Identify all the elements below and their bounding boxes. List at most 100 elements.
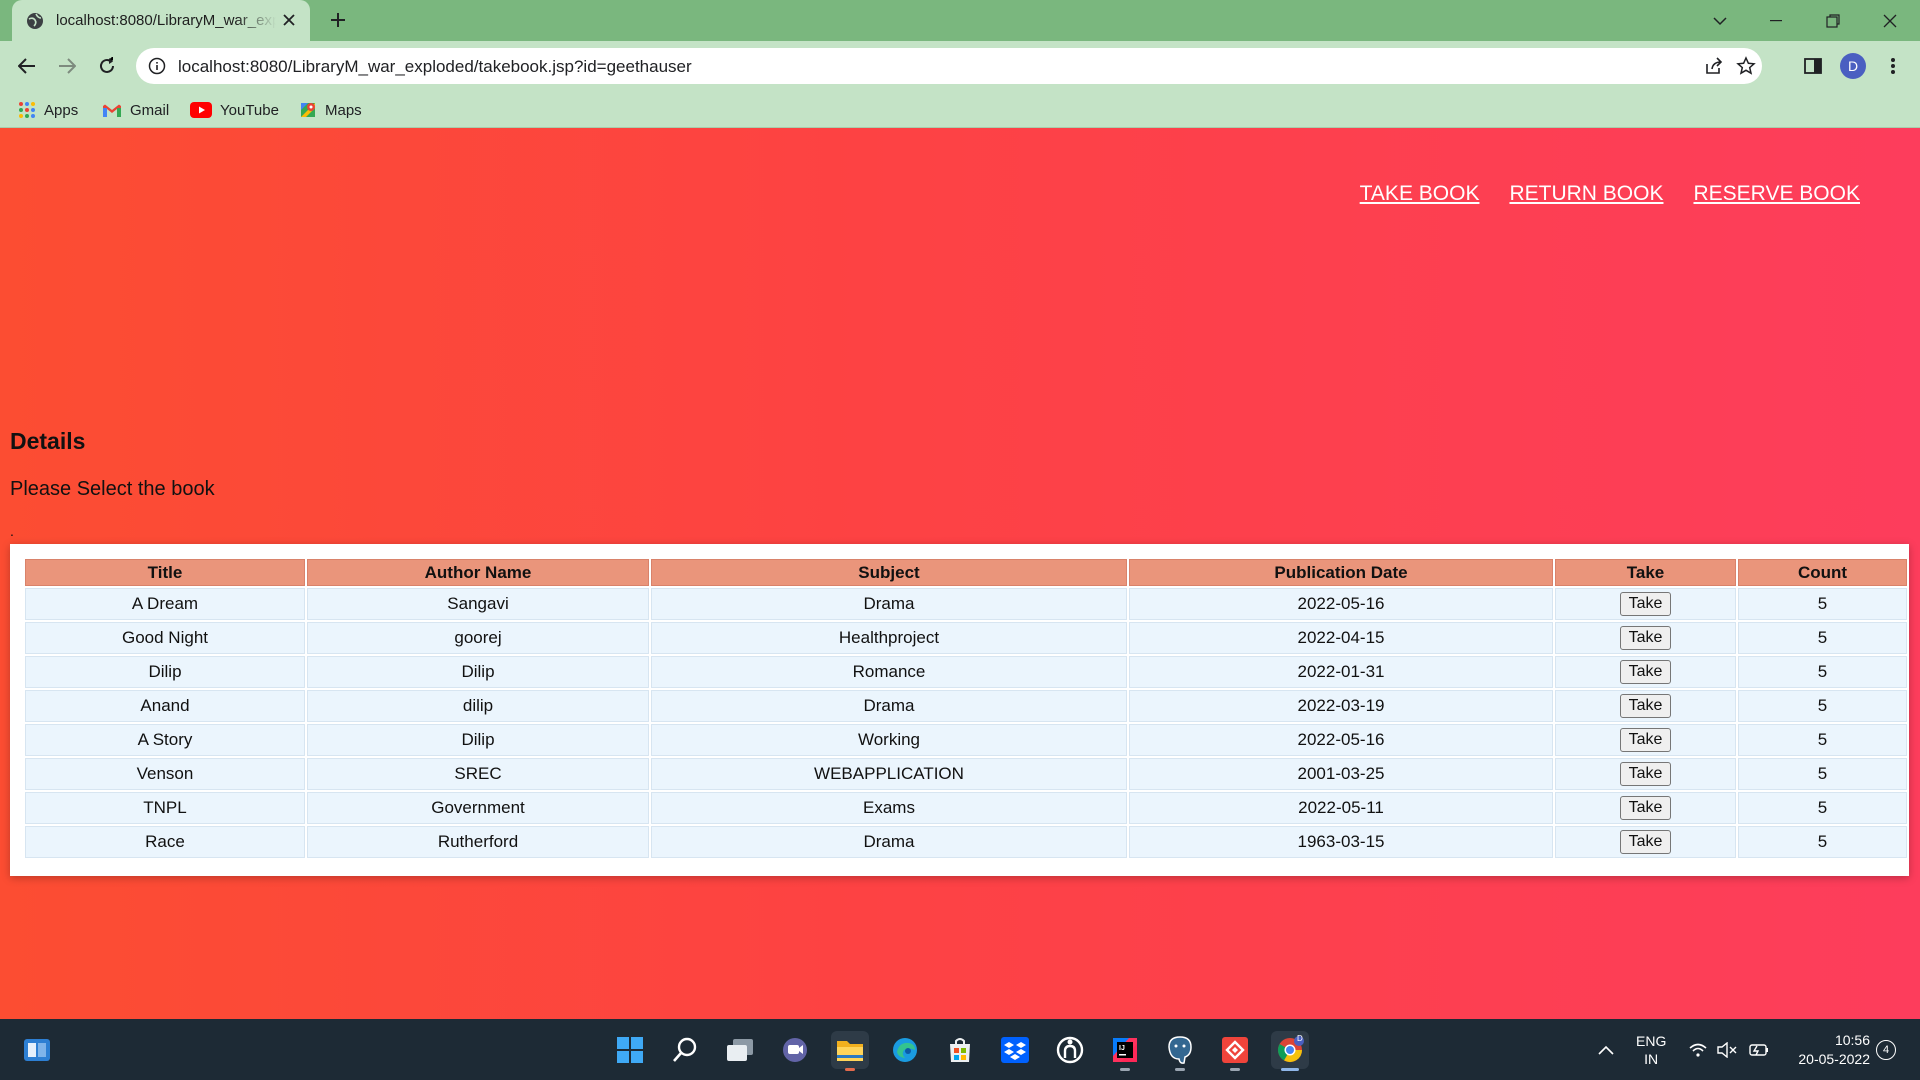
back-arrow-icon[interactable] (12, 51, 42, 81)
widgets-icon[interactable] (18, 1031, 56, 1069)
notification-center[interactable]: 4 (1876, 1019, 1896, 1080)
table-row: A Story Dilip Working 2022-05-16 Take 5 (25, 724, 1907, 756)
cell-author: Sangavi (307, 588, 649, 620)
take-book-link[interactable]: TAKE BOOK (1360, 182, 1480, 206)
cell-date: 2022-05-16 (1129, 588, 1553, 620)
cell-title: A Story (25, 724, 305, 756)
browser-tab[interactable]: localhost:8080/LibraryM_war_exploded/tak… (12, 0, 310, 41)
running-indicator (1120, 1068, 1130, 1071)
page-body: TAKE BOOK RETURN BOOK RESERVE BOOK Detai… (0, 128, 1920, 1019)
language-indicator[interactable]: ENG IN (1636, 1019, 1666, 1080)
clock-time: 10:56 (1834, 1031, 1870, 1048)
intellij-idea-icon[interactable]: IJ (1106, 1031, 1144, 1071)
volume-muted-icon[interactable] (1717, 1019, 1737, 1080)
cell-title: Venson (25, 758, 305, 790)
bookmark-label: YouTube (220, 101, 279, 119)
chrome-profile-badge: D (1297, 1034, 1303, 1043)
task-view-icon[interactable] (721, 1031, 759, 1069)
take-button[interactable]: Take (1619, 694, 1672, 718)
file-explorer-icon[interactable] (831, 1031, 869, 1071)
table-row: A Dream Sangavi Drama 2022-05-16 Take 5 (25, 588, 1907, 620)
return-book-link[interactable]: RETURN BOOK (1509, 182, 1663, 206)
instruction-text: Please Select the book (10, 478, 215, 500)
take-button[interactable]: Take (1619, 660, 1672, 684)
cell-take: Take (1555, 656, 1736, 688)
table-row: TNPL Government Exams 2022-05-11 Take 5 (25, 792, 1907, 824)
new-tab-button[interactable] (325, 8, 351, 34)
tab-close-icon[interactable] (280, 11, 298, 29)
cell-title: Anand (25, 690, 305, 722)
restore-button[interactable] (1805, 0, 1861, 41)
take-button[interactable]: Take (1619, 796, 1672, 820)
bookmark-youtube[interactable]: YouTube (190, 99, 279, 121)
take-button[interactable]: Take (1619, 592, 1672, 616)
reserve-book-link[interactable]: RESERVE BOOK (1693, 182, 1860, 206)
gmail-icon (103, 104, 121, 117)
cell-subject: Exams (651, 792, 1127, 824)
share-icon[interactable] (1704, 56, 1724, 76)
cell-title: Good Night (25, 622, 305, 654)
take-button[interactable]: Take (1619, 830, 1672, 854)
menu-kebab-icon[interactable] (1880, 53, 1906, 79)
bookmark-gmail[interactable]: Gmail (102, 99, 169, 121)
show-hidden-icons-chevron-up-icon[interactable] (1598, 1019, 1614, 1080)
table-row: Good Night goorej Healthproject 2022-04-15 T… (25, 622, 1907, 654)
cell-take: Take (1555, 724, 1736, 756)
profile-avatar[interactable]: D (1840, 53, 1866, 79)
wifi-icon[interactable] (1689, 1019, 1707, 1080)
anydesk-icon[interactable] (1216, 1031, 1254, 1071)
cell-subject: Healthproject (651, 622, 1127, 654)
cell-take: Take (1555, 690, 1736, 722)
bookmark-star-icon[interactable] (1736, 56, 1756, 76)
column-header-count: Count (1738, 559, 1907, 586)
dropbox-icon[interactable] (996, 1031, 1034, 1069)
minimize-button[interactable] (1748, 0, 1804, 41)
table-row: Race Rutherford Drama 1963-03-15 Take 5 (25, 826, 1907, 858)
table-row: Venson SREC WEBAPPLICATION 2001-03-25 Take 5 (25, 758, 1907, 790)
edge-browser-icon[interactable] (886, 1031, 924, 1069)
cell-author: Government (307, 792, 649, 824)
chrome-icon[interactable]: D (1271, 1031, 1309, 1071)
bookmark-label: Gmail (130, 101, 170, 119)
tab-search-chevron-down-icon[interactable] (1692, 0, 1748, 41)
bookmark-maps[interactable]: Maps (299, 99, 362, 121)
clock[interactable]: 10:56 20-05-2022 (1786, 1019, 1870, 1080)
cell-count: 5 (1738, 724, 1907, 756)
github-desktop-icon[interactable] (1051, 1031, 1089, 1069)
cell-author: SREC (307, 758, 649, 790)
language-code: ENG (1636, 1032, 1667, 1049)
svg-text:IJ: IJ (1119, 1045, 1125, 1052)
chat-icon[interactable] (776, 1031, 814, 1069)
notification-count-badge: 4 (1876, 1039, 1896, 1060)
reload-icon[interactable] (92, 51, 122, 81)
running-indicator (1281, 1068, 1299, 1071)
books-table-card: Title Author Name Subject Publication Da… (10, 544, 1909, 876)
side-panel-icon[interactable] (1800, 53, 1826, 79)
take-button[interactable]: Take (1619, 728, 1672, 752)
bookmarks-bar: Apps Gmail YouTube Maps (0, 91, 1920, 128)
battery-icon[interactable] (1748, 1019, 1770, 1080)
search-icon[interactable] (666, 1031, 704, 1069)
site-info-icon[interactable] (148, 57, 166, 75)
microsoft-store-icon[interactable] (941, 1031, 979, 1069)
url-text[interactable]: localhost:8080/LibraryM_war_exploded/tak… (178, 57, 692, 77)
forward-arrow-icon[interactable] (52, 51, 82, 81)
running-indicator (1230, 1068, 1240, 1071)
cell-date: 2022-05-16 (1129, 724, 1553, 756)
tab-title: localhost:8080/LibraryM_war_exploded/tak… (56, 12, 276, 29)
cell-author: Dilip (307, 656, 649, 688)
bookmark-apps[interactable]: Apps (18, 99, 78, 121)
take-button[interactable]: Take (1619, 626, 1672, 650)
windows-start-icon[interactable] (611, 1031, 649, 1069)
cell-count: 5 (1738, 622, 1907, 654)
address-bar[interactable]: localhost:8080/LibraryM_war_exploded/tak… (136, 48, 1762, 84)
cell-author: Dilip (307, 724, 649, 756)
cell-date: 2022-05-11 (1129, 792, 1553, 824)
cell-date: 2022-01-31 (1129, 656, 1553, 688)
cell-count: 5 (1738, 690, 1907, 722)
close-window-button[interactable] (1862, 0, 1918, 41)
cell-subject: Working (651, 724, 1127, 756)
postgresql-icon[interactable] (1161, 1031, 1199, 1071)
cell-count: 5 (1738, 758, 1907, 790)
take-button[interactable]: Take (1619, 762, 1672, 786)
